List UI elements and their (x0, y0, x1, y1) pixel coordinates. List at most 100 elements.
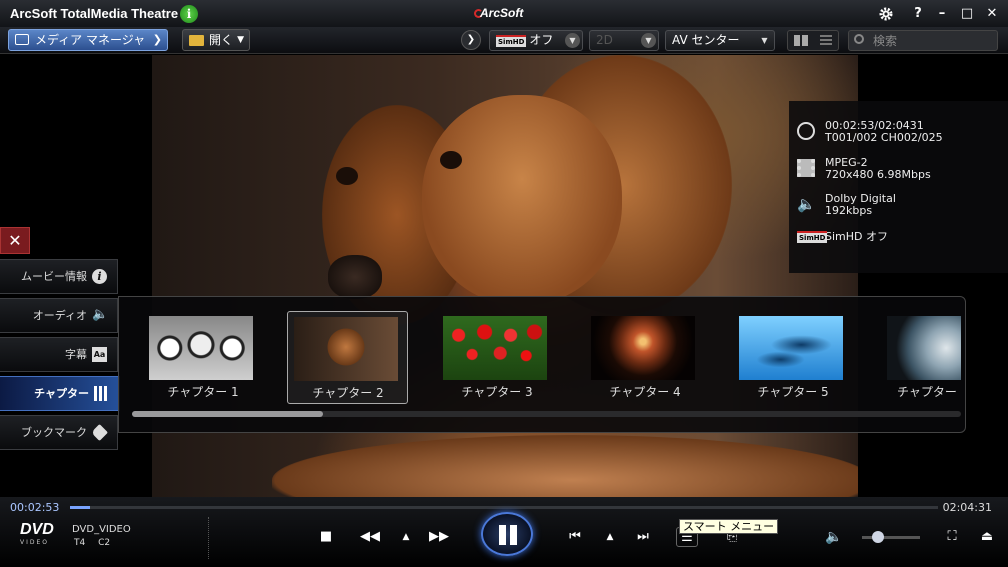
info-icon[interactable]: i (180, 5, 198, 23)
fast-forward-button[interactable]: ▶▶ (427, 527, 451, 547)
elapsed-time: 00:02:53 (10, 501, 60, 514)
chapter-label: チャプター 5 (757, 385, 829, 399)
speaker-icon: 🔈 (797, 195, 816, 213)
scrollbar-thumb[interactable] (132, 411, 323, 417)
chapter-image (443, 316, 547, 380)
tab-bookmarks[interactable]: ブックマーク (0, 415, 118, 450)
pause-button[interactable] (481, 512, 533, 556)
caret-down-icon: ▼ (237, 35, 244, 45)
chapter-panel: チャプター 1 チャプター 2 チャプター 3 チャプター 4 チャプター 5 … (118, 296, 966, 433)
eject-button[interactable]: ⏏ (977, 527, 997, 547)
fullscreen-button[interactable]: ⛶ (942, 527, 962, 547)
chapter-label: チャプター 4 (609, 385, 681, 399)
tab-audio[interactable]: オーディオ 🔈 (0, 298, 118, 333)
help-button[interactable]: ? (908, 4, 928, 24)
gear-icon (879, 7, 893, 21)
app-title: ArcSoft TotalMedia Theatre (10, 6, 179, 21)
media-manager-label: メディア マネージャ (35, 33, 146, 47)
control-bar: 00:02:53 02:04:31 DVD VIDEO DVD_VIDEO T4… (0, 497, 1008, 567)
tab-label: ムービー情報 (21, 270, 87, 283)
subtitle-icon: Aa (92, 347, 107, 362)
chapter-thumbnail[interactable]: チャプター 4 (585, 311, 707, 403)
seek-bar[interactable] (70, 506, 938, 509)
chevron-right-icon: ❯ (152, 33, 162, 46)
simhd-badge: SimHD (496, 34, 527, 47)
chapter-thumbnail-selected[interactable]: チャプター 2 (287, 311, 408, 404)
speaker-icon: 🔈 (92, 307, 109, 322)
chapter-label: チャプター (897, 385, 957, 399)
video-info: MPEG-2 720x480 6.98Mbps (797, 157, 931, 181)
simhd-status: SimHD オフ (825, 230, 888, 243)
seek-progress (70, 506, 90, 509)
volume-slider[interactable] (862, 531, 920, 543)
title-indicator: T4 (74, 538, 86, 548)
movie-info-panel: 00:02:53/02:0431 T001/002 CH002/025 MPEG… (789, 101, 1008, 273)
search-box (848, 30, 998, 51)
close-panel-button[interactable]: ✕ (0, 227, 30, 254)
list-view-icon[interactable] (820, 35, 832, 46)
chapter-label: チャプター 3 (461, 385, 533, 399)
tab-label: 字幕 (65, 348, 87, 361)
info-icon: i (92, 269, 107, 284)
divider (208, 517, 209, 559)
search-input[interactable] (873, 32, 993, 49)
video-detail: 720x480 6.98Mbps (825, 168, 931, 181)
chevron-down-icon: ▼ (761, 36, 768, 45)
media-manager-button[interactable]: メディア マネージャ ❯ (8, 29, 168, 51)
next-chapter-button[interactable]: ⏭ (633, 527, 653, 547)
chapter-scrollbar[interactable] (132, 411, 961, 417)
clock-icon (797, 122, 815, 140)
chapter-thumbnail[interactable]: チャプター 5 (733, 311, 855, 403)
search-icon (854, 34, 864, 44)
stop-button[interactable]: ■ (316, 527, 336, 547)
audio-info: 🔈 Dolby Digital 192kbps (797, 193, 896, 217)
view-toggle (787, 30, 839, 51)
volume-knob[interactable] (872, 531, 885, 543)
simhd-value: オフ (529, 33, 554, 47)
audio-mode-select[interactable]: AV センター ▼ (665, 30, 775, 51)
pause-icon (499, 525, 506, 545)
total-time: 02:04:31 (942, 501, 992, 514)
minimize-button[interactable]: – (932, 4, 952, 24)
tab-label: オーディオ (32, 309, 87, 322)
speed-up-icon[interactable]: ▲ (396, 527, 416, 547)
audio-rate: 192kbps (825, 204, 873, 217)
chapter-image (887, 316, 961, 380)
grid-view-icon[interactable] (794, 35, 808, 46)
dvd-logo: DVD VIDEO (20, 521, 54, 546)
simhd-info: SimHD SimHD オフ (797, 231, 888, 243)
chapter-thumbnail[interactable]: チャプター 1 (143, 311, 265, 403)
maximize-button[interactable]: □ (957, 4, 977, 24)
previous-chapter-button[interactable]: ⏮ (565, 527, 585, 547)
brand-logo: ArcSoft (480, 6, 524, 20)
rewind-button[interactable]: ◀◀ (358, 527, 382, 547)
toolbar: メディア マネージャ ❯ 開く ▼ ❯ SimHD オフ ▼ 2D ▼ AV セン… (0, 27, 1008, 54)
simhd-select[interactable]: SimHD オフ ▼ (489, 30, 583, 51)
audio-mode-value: AV センター (672, 33, 740, 47)
chapter-label: チャプター 2 (312, 386, 384, 400)
2d-3d-select[interactable]: 2D ▼ (589, 30, 659, 51)
chapter-image (149, 316, 253, 380)
expand-toolbar-button[interactable]: ❯ (461, 30, 481, 50)
title-chapter-value: T001/002 CH002/025 (825, 131, 943, 144)
tab-movie-info[interactable]: ムービー情報 i (0, 259, 118, 294)
volume-icon[interactable]: 🔈 (824, 527, 844, 547)
folder-icon (189, 35, 204, 46)
chapter-image (739, 316, 843, 380)
2d-label: 2D (596, 33, 613, 47)
tab-label: チャプター (34, 387, 89, 400)
settings-button[interactable] (876, 4, 896, 24)
open-button[interactable]: 開く ▼ (182, 29, 250, 51)
chapter-up-icon[interactable]: ▲ (600, 527, 620, 547)
tab-chapters[interactable]: チャプター (0, 376, 120, 411)
disc-indicators: T4 C2 (74, 538, 110, 548)
chapter-image (591, 316, 695, 380)
simhd-icon: SimHD (797, 231, 828, 249)
chapter-thumbnail[interactable]: チャプター (881, 311, 961, 403)
close-button[interactable]: ✕ (982, 4, 1002, 24)
tooltip: スマート メニュー (679, 519, 779, 534)
tab-subtitle[interactable]: 字幕 Aa (0, 337, 118, 372)
chapter-thumbnail[interactable]: チャプター 3 (437, 311, 559, 403)
time-info: 00:02:53/02:0431 T001/002 CH002/025 (797, 120, 943, 144)
bookmark-icon (91, 424, 108, 441)
